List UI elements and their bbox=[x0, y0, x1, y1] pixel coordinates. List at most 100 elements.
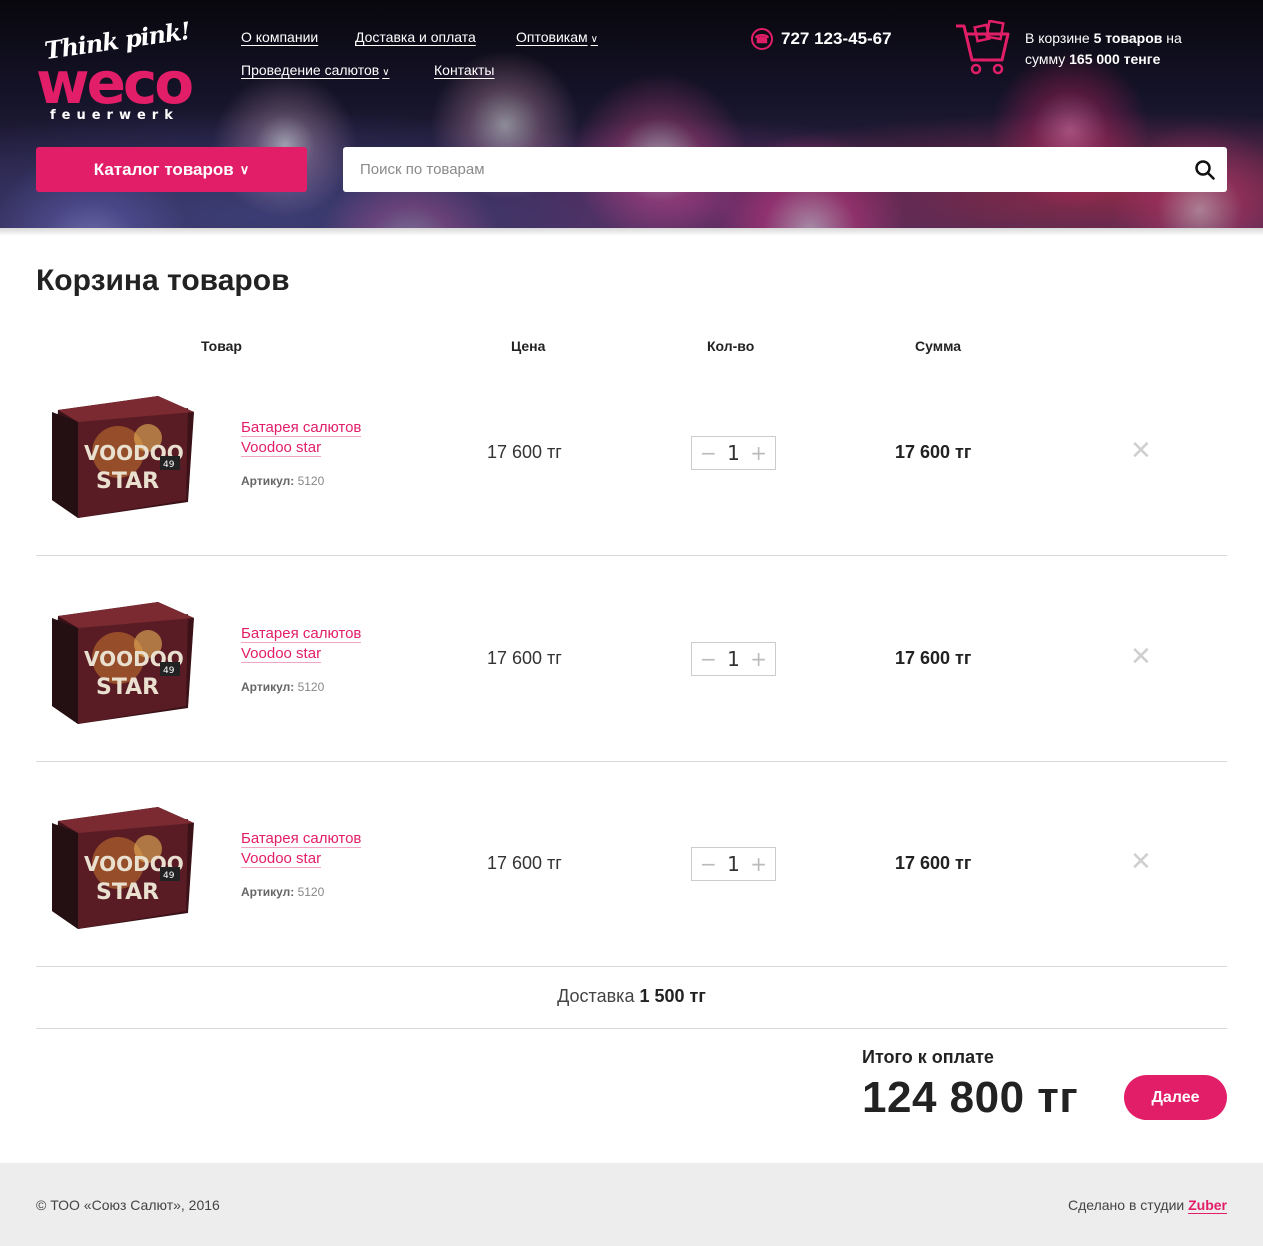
product-sku-value: 5120 bbox=[297, 680, 325, 694]
nav-item-label: О компании bbox=[241, 29, 319, 45]
cart-icon[interactable] bbox=[954, 20, 1012, 76]
product-sku-label: Артикул: bbox=[241, 680, 295, 694]
studio-link[interactable]: Zuber bbox=[1188, 1197, 1227, 1214]
chevron-down-icon: ∨ bbox=[382, 67, 390, 78]
studio-prefix: Сделано в студии bbox=[1068, 1197, 1185, 1213]
search-icon[interactable] bbox=[1183, 159, 1227, 180]
increment-button[interactable]: + bbox=[750, 854, 767, 874]
product-sku: Артикул: 5120 bbox=[241, 680, 324, 694]
page-title: Корзина товаров bbox=[36, 264, 290, 297]
quantity-stepper: − 1 + bbox=[691, 436, 776, 470]
decrement-button[interactable]: − bbox=[700, 854, 717, 874]
phone-link[interactable]: ☎ 727 123-45-67 bbox=[751, 28, 892, 50]
product-image[interactable]: VOODOO STAR 49 bbox=[48, 390, 194, 518]
cart-summary-prefix: В корзине bbox=[1025, 30, 1090, 46]
row-divider bbox=[36, 555, 1227, 556]
nav-item-contacts[interactable]: Контакты bbox=[434, 62, 494, 78]
nav-item-label: Доставка и оплата bbox=[355, 29, 476, 45]
nav-item-about[interactable]: О компании bbox=[241, 29, 318, 45]
product-name-line1: Батарея салютов bbox=[241, 419, 362, 437]
product-name-link[interactable]: Батарея салютов Voodoo star bbox=[241, 624, 362, 664]
remove-item-button[interactable]: ✕ bbox=[1130, 436, 1152, 466]
svg-text:49: 49 bbox=[163, 871, 175, 881]
product-sku-label: Артикул: bbox=[241, 885, 295, 899]
remove-item-button[interactable]: ✕ bbox=[1130, 642, 1152, 672]
total-value: 124 800 тг bbox=[862, 1073, 1079, 1122]
product-sku-value: 5120 bbox=[297, 885, 325, 899]
cart-summary-middle2: сумму bbox=[1025, 51, 1066, 67]
product-price: 17 600 тг bbox=[487, 853, 562, 873]
quantity-value[interactable]: 1 bbox=[727, 852, 740, 876]
quantity-value[interactable]: 1 bbox=[727, 647, 740, 671]
weco-logo[interactable]: Think pink! weco feuerwerk bbox=[36, 16, 211, 126]
product-name-line1: Батарея салютов bbox=[241, 830, 362, 848]
product-sum: 17 600 тг bbox=[895, 853, 972, 873]
product-name-line1: Батарея салютов bbox=[241, 625, 362, 643]
product-image[interactable]: VOODOO STAR 49 bbox=[48, 596, 194, 724]
quantity-value[interactable]: 1 bbox=[727, 441, 740, 465]
increment-button[interactable]: + bbox=[750, 443, 767, 463]
quantity-stepper: − 1 + bbox=[691, 847, 776, 881]
product-sku-label: Артикул: bbox=[241, 474, 295, 488]
next-button[interactable]: Далее bbox=[1124, 1075, 1227, 1120]
product-price: 17 600 тг bbox=[487, 442, 562, 462]
catalog-button[interactable]: Каталог товаров ∨ bbox=[36, 147, 307, 192]
delivery-label: Доставка bbox=[557, 986, 635, 1006]
svg-text:STAR: STAR bbox=[96, 675, 159, 700]
nav-item-label: Оптовикам bbox=[516, 29, 588, 45]
cart-row: VOODOO STAR 49 Батарея салютов Voodoo st… bbox=[36, 761, 1227, 966]
total-label: Итого к оплате bbox=[862, 1047, 994, 1067]
search-input[interactable] bbox=[343, 147, 1183, 192]
decrement-button[interactable]: − bbox=[700, 649, 717, 669]
nav-item-wholesale[interactable]: Оптовикам ∨ bbox=[516, 29, 598, 45]
product-name-line2: Voodoo star bbox=[241, 645, 322, 663]
phone-icon: ☎ bbox=[751, 28, 773, 50]
nav-item-delivery[interactable]: Доставка и оплата bbox=[355, 29, 476, 45]
svg-text:STAR: STAR bbox=[96, 469, 159, 494]
site-footer: © ТОО «Союз Салют», 2016 Сделано в студи… bbox=[0, 1163, 1263, 1246]
row-divider bbox=[36, 966, 1227, 967]
svg-text:STAR: STAR bbox=[96, 880, 159, 905]
chevron-down-icon: ∨ bbox=[239, 161, 250, 177]
svg-text:49: 49 bbox=[163, 460, 175, 470]
product-sku: Артикул: 5120 bbox=[241, 885, 324, 899]
remove-item-button[interactable]: ✕ bbox=[1130, 847, 1152, 877]
product-name-line2: Voodoo star bbox=[241, 439, 322, 457]
copyright: © ТОО «Союз Салют», 2016 bbox=[36, 1197, 220, 1213]
delivery-cost: Доставка 1 500 тг bbox=[36, 986, 1227, 1007]
svg-text:49: 49 bbox=[163, 666, 175, 676]
product-name-link[interactable]: Батарея салютов Voodoo star bbox=[241, 829, 362, 869]
nav-item-label: Проведение салютов bbox=[241, 62, 380, 78]
row-divider bbox=[36, 1028, 1227, 1029]
decrement-button[interactable]: − bbox=[700, 443, 717, 463]
product-price: 17 600 тг bbox=[487, 648, 562, 668]
quantity-stepper: − 1 + bbox=[691, 642, 776, 676]
cart-row: VOODOO STAR 49 Батарея салютов Voodoo st… bbox=[36, 350, 1227, 555]
product-sum: 17 600 тг bbox=[895, 648, 972, 668]
product-sku: Артикул: 5120 bbox=[241, 474, 324, 488]
chevron-down-icon: ∨ bbox=[590, 34, 598, 45]
delivery-value: 1 500 тг bbox=[639, 986, 706, 1006]
cart-summary[interactable]: В корзине 5 товаров на сумму 165 000 тен… bbox=[1025, 28, 1182, 70]
cart-row: VOODOO STAR 49 Батарея салютов Voodoo st… bbox=[36, 556, 1227, 761]
row-divider bbox=[36, 761, 1227, 762]
increment-button[interactable]: + bbox=[750, 649, 767, 669]
product-name-link[interactable]: Батарея салютов Voodoo star bbox=[241, 418, 362, 458]
product-name-line2: Voodoo star bbox=[241, 850, 322, 868]
header-shadow bbox=[0, 228, 1263, 236]
product-sku-value: 5120 bbox=[297, 474, 325, 488]
product-sum: 17 600 тг bbox=[895, 442, 972, 462]
nav-item-fireworks-show[interactable]: Проведение салютов ∨ bbox=[241, 62, 390, 78]
site-header: Think pink! weco feuerwerk О компании До… bbox=[0, 0, 1263, 228]
cart-summary-amount: 165 000 тенге bbox=[1069, 51, 1161, 67]
logo-brand: weco bbox=[36, 49, 194, 117]
logo-subbrand: feuerwerk bbox=[50, 108, 179, 123]
search-bar bbox=[343, 147, 1227, 192]
phone-number: 727 123-45-67 bbox=[781, 29, 892, 48]
studio-credit: Сделано в студии Zuber bbox=[1068, 1197, 1227, 1214]
catalog-button-label: Каталог товаров bbox=[93, 159, 234, 179]
cart-summary-middle: на bbox=[1166, 30, 1182, 46]
nav-item-label: Контакты bbox=[434, 62, 495, 78]
product-image[interactable]: VOODOO STAR 49 bbox=[48, 801, 194, 929]
cart-summary-count: 5 товаров bbox=[1093, 30, 1163, 46]
